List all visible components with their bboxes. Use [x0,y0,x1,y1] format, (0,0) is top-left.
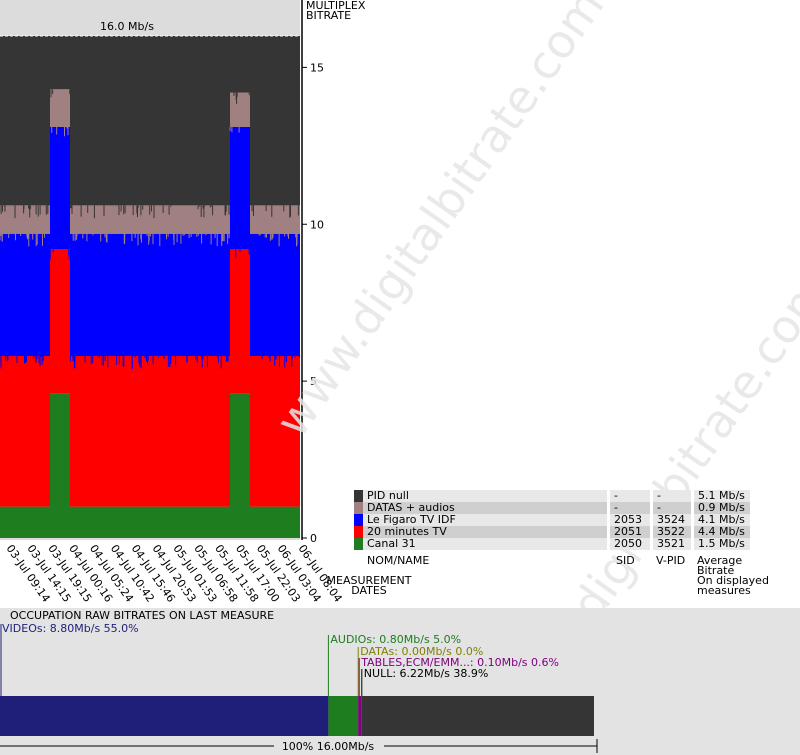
occupation-panel: OCCUPATION RAW BITRATES ON LAST MEASURE … [0,608,800,755]
legend-swatch [354,502,363,514]
legend-header-vpid: V-PID [656,554,686,567]
legend-header-sid: SID [616,554,635,567]
y-ticks: 051015 [302,61,324,545]
legend-swatch [354,526,363,538]
legend-swatch [354,490,363,502]
legend-name: Canal 31 [363,538,609,550]
occupation-bar-chart: VIDEOs: 8.80Mb/s 55.0%AUDIOs: 0.80Mb/s 5… [0,622,598,753]
legend-sid: 2050 [607,538,652,550]
occupation-segment-4 [361,696,594,736]
legend-header-name: NOM/NAME [367,554,430,567]
legend-table: PID null - -5.1 Mb/s DATAS + audios - -0.9 Mb… [354,490,750,550]
occupation-segment-3 [358,696,362,736]
y-tick-label: 10 [310,218,324,231]
total-label: 100% 16.00Mb/s [282,740,375,753]
legend-vpid: 3521 [650,538,693,550]
y-tick-label: 15 [310,61,324,74]
occupation-label: VIDEOs: 8.80Mb/s 55.0% [2,622,139,635]
x-axis-title: MEASUREMENT DATES [326,574,412,597]
legend-avg: 1.5 Mb/s [691,538,750,550]
legend-header-avg: Average Bitrate On displayed measures [697,554,769,597]
max-bitrate-label: 16.0 Mb/s [100,20,154,33]
legend-row: Canal 31 2050 3521 1.5 Mb/s [354,538,750,550]
series-area-4 [0,36,300,206]
occupation-label: NULL: 6.22Mb/s 38.9% [364,667,489,680]
y-axis-title: MULTIPLEX BITRATE [306,0,366,22]
occupation-segment-1 [328,696,359,736]
legend-swatch [354,514,363,526]
chart-areas [0,36,300,538]
occupation-segment-0 [0,696,329,736]
x-labels: 03-Jul 09:1403-Jul 14:1503-Jul 19:1504-J… [4,542,345,604]
legend-swatch [354,538,363,550]
y-tick-label: 0 [310,532,317,545]
